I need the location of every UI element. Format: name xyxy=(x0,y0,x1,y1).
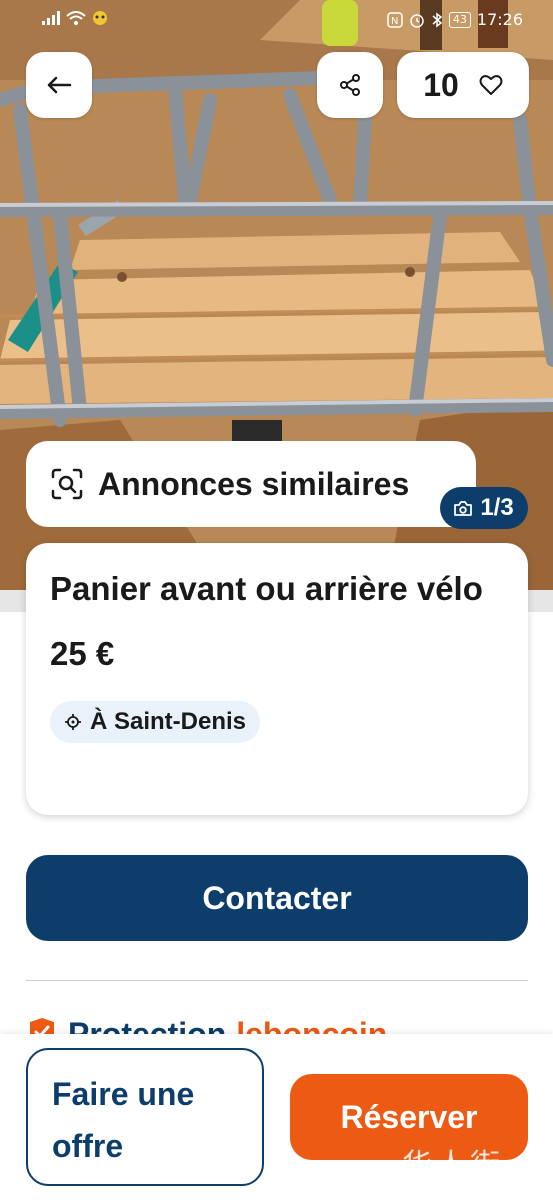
share-button[interactable] xyxy=(317,52,383,118)
location-chip[interactable]: À Saint-Denis xyxy=(50,701,261,743)
arrow-left-icon xyxy=(47,76,72,94)
nfc-icon: N xyxy=(387,11,403,28)
app-notification-icon xyxy=(93,11,107,25)
heart-outline-icon xyxy=(479,75,503,95)
share-icon xyxy=(340,74,360,96)
location-label: À Saint-Denis xyxy=(90,708,247,735)
battery-indicator: 43 xyxy=(448,11,471,28)
watermark-cjk: 华人街 xyxy=(402,1148,504,1183)
photo-counter-badge[interactable]: 1/3 xyxy=(440,487,528,529)
contact-button[interactable]: Contacter xyxy=(26,855,528,941)
crosshair-icon xyxy=(65,714,81,730)
watermark-latin: HUARENJIE xyxy=(432,1184,511,1197)
status-time: 17:26 xyxy=(476,10,523,29)
back-button[interactable] xyxy=(26,52,92,118)
bluetooth-icon xyxy=(432,12,443,27)
status-left xyxy=(42,10,108,26)
similar-ads-label: Annonces similaires xyxy=(98,465,410,502)
wifi-icon xyxy=(66,11,86,25)
favorite-button[interactable]: 10 xyxy=(397,52,529,118)
status-right: N 43 17:26 xyxy=(387,10,523,29)
svg-text:N: N xyxy=(391,16,398,27)
similar-ads-button[interactable]: Annonces similaires xyxy=(26,441,476,527)
photo-counter-text: 1/3 xyxy=(480,494,514,521)
camera-icon xyxy=(454,500,473,516)
alarm-icon xyxy=(410,13,424,28)
image-search-icon xyxy=(51,468,83,500)
make-offer-button[interactable]: Faire une offre xyxy=(26,1048,264,1186)
listing-info-card: Panier avant ou arrière vélo 25 € À Sain… xyxy=(26,543,528,815)
favorite-count: 10 xyxy=(423,66,459,103)
listing-price: 25 € xyxy=(50,635,115,672)
section-divider xyxy=(26,980,528,981)
status-bar: N 43 17:26 xyxy=(0,0,553,40)
signal-icon xyxy=(42,11,60,25)
watermark: 华人街 HUARENJIE xyxy=(402,1140,542,1197)
listing-title: Panier avant ou arrière vélo xyxy=(50,570,483,607)
